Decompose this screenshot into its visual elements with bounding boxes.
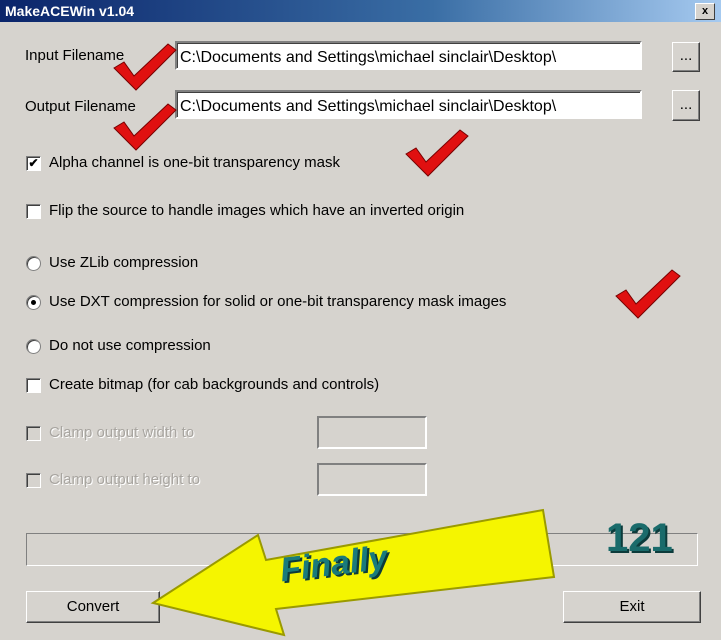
checkmark-icon: ✔ — [28, 156, 39, 170]
no-compression-radio[interactable] — [26, 339, 41, 354]
clamp-height-checkbox[interactable] — [26, 473, 41, 488]
red-checkmark-icon — [113, 43, 177, 91]
create-bitmap-checkbox[interactable] — [26, 378, 41, 393]
window-title: MakeACEWin v1.04 — [5, 3, 135, 19]
alpha-checkbox[interactable]: ✔ — [26, 156, 41, 171]
clamp-width-checkbox[interactable] — [26, 426, 41, 441]
input-filename-field[interactable]: C:\Documents and Settings\michael sincla… — [175, 41, 642, 70]
clamp-width-field[interactable] — [317, 416, 427, 449]
clamp-height-field[interactable] — [317, 463, 427, 496]
dxt-radio-label: Use DXT compression for solid or one-bit… — [49, 293, 507, 310]
exit-button[interactable]: Exit — [563, 591, 701, 623]
clamp-width-label: Clamp output width to — [49, 424, 195, 441]
flip-checkbox-label: Flip the source to handle images which h… — [49, 202, 465, 219]
no-compression-radio-label: Do not use compression — [49, 337, 211, 354]
title-bar: MakeACEWin v1.04 x — [0, 0, 721, 22]
input-browse-button[interactable]: ... — [672, 42, 700, 72]
clamp-height-label: Clamp output height to — [49, 471, 200, 488]
red-checkmark-icon — [615, 269, 681, 319]
output-browse-button[interactable]: ... — [672, 90, 700, 121]
close-button[interactable]: x — [695, 3, 715, 20]
convert-button[interactable]: Convert — [26, 591, 160, 623]
create-bitmap-label: Create bitmap (for cab backgrounds and c… — [49, 376, 380, 393]
red-checkmark-icon — [113, 103, 177, 151]
alpha-checkbox-label: Alpha channel is one-bit transparency ma… — [49, 154, 340, 171]
red-checkmark-icon — [405, 129, 469, 177]
counter-annotation: 121 — [606, 516, 673, 560]
zlib-radio-label: Use ZLib compression — [49, 254, 199, 271]
zlib-radio[interactable] — [26, 256, 41, 271]
flip-checkbox[interactable] — [26, 204, 41, 219]
output-filename-field[interactable]: C:\Documents and Settings\michael sincla… — [175, 90, 642, 119]
radio-selected-dot — [31, 300, 36, 305]
dxt-radio[interactable] — [26, 295, 41, 310]
